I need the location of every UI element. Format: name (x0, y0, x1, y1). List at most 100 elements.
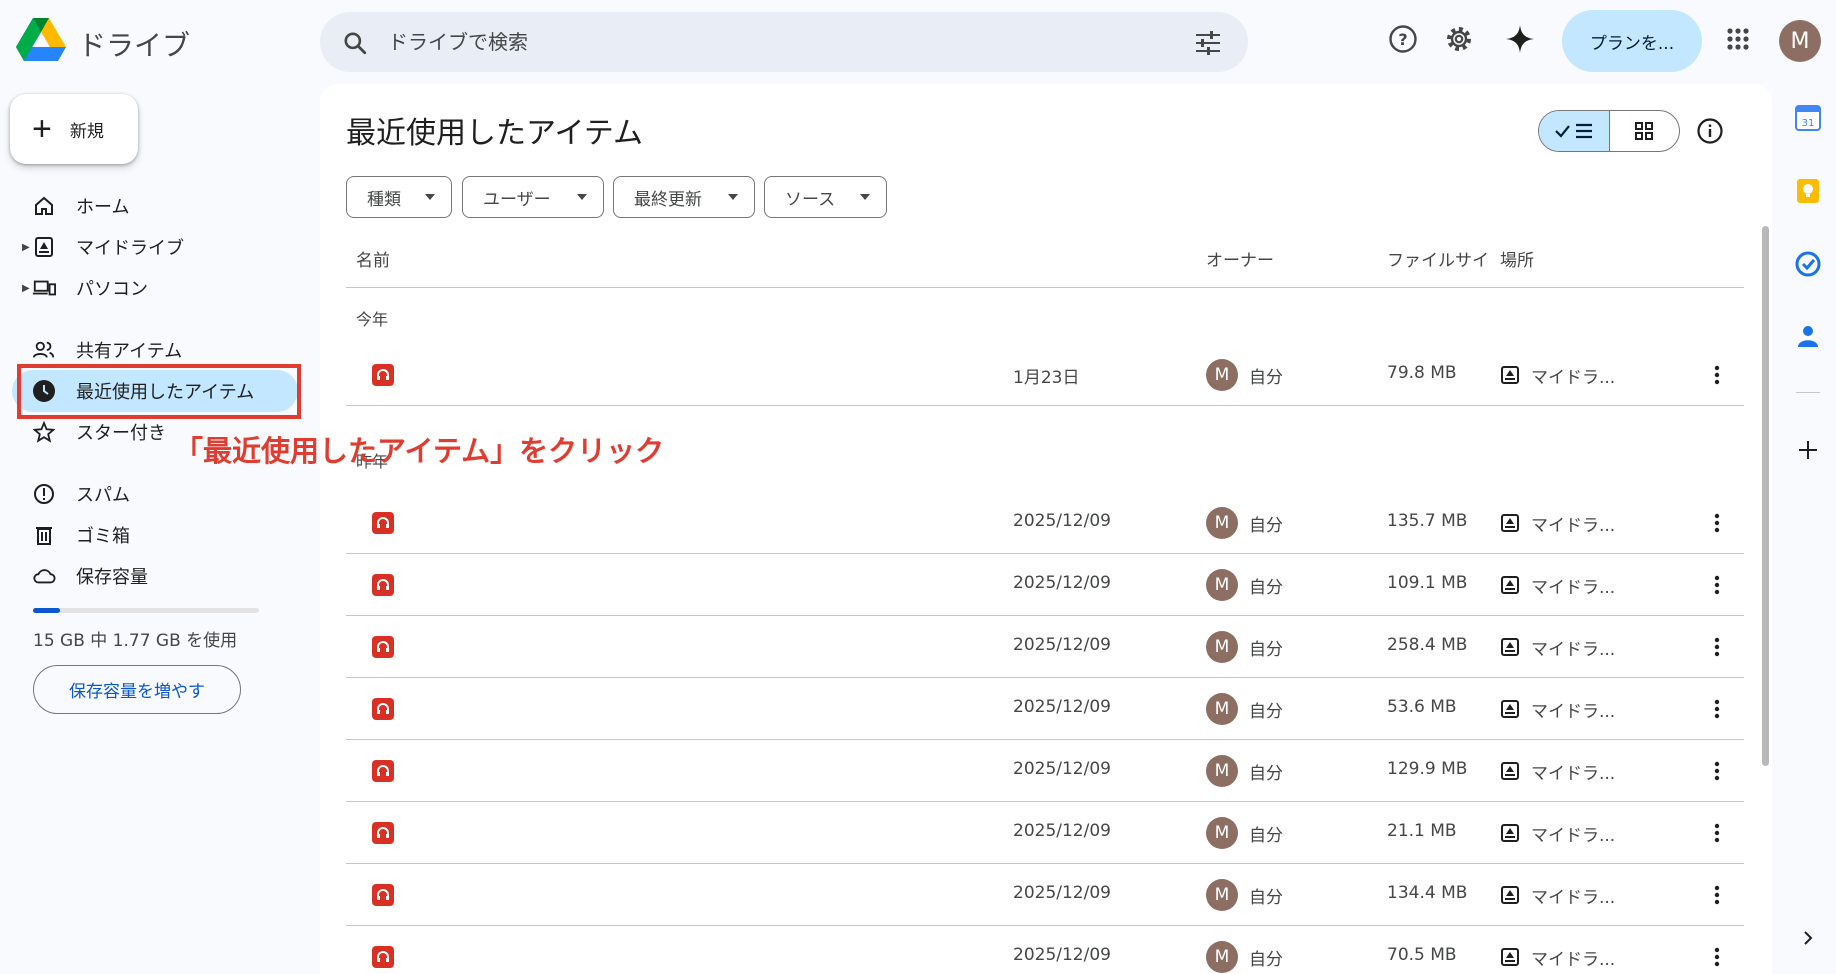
file-location: マイドラ... (1531, 764, 1616, 784)
audio-file-icon (372, 574, 394, 596)
column-header-owner[interactable]: オーナー (1206, 246, 1274, 271)
file-size: 79.8 MB (1387, 363, 1457, 383)
gemini-sparkle-icon[interactable] (1503, 22, 1537, 56)
audio-file-icon (372, 946, 394, 968)
search-options-icon[interactable] (1194, 30, 1222, 56)
grid-view-button[interactable] (1610, 111, 1680, 151)
owner-name: 自分 (1249, 578, 1283, 598)
owner-name: 自分 (1249, 888, 1283, 908)
sidebar-item-home[interactable]: ホーム (12, 185, 298, 227)
owner-name: 自分 (1249, 702, 1283, 722)
add-addon-plus-icon[interactable] (1794, 436, 1822, 464)
sidebar-item-spam[interactable]: スパム (12, 473, 298, 515)
settings-gear-icon[interactable] (1442, 22, 1476, 56)
more-actions-icon[interactable] (1701, 879, 1733, 911)
modified-date: 2025/12/09 (1013, 573, 1111, 593)
more-actions-icon[interactable] (1701, 941, 1733, 973)
scrollbar-thumb[interactable] (1762, 226, 1769, 766)
help-icon[interactable]: ? (1386, 22, 1420, 56)
my-drive-location-icon (1501, 576, 1519, 594)
plan-button[interactable]: プランを... (1562, 10, 1702, 72)
file-row[interactable]: 2025/12/09 M 自分 135.7 MB マイドラ... (346, 492, 1744, 554)
column-header-name[interactable]: 名前 (356, 246, 390, 271)
search-icon[interactable] (342, 30, 368, 56)
expand-caret-icon[interactable]: ▶ (22, 242, 30, 253)
file-location: マイドラ... (1531, 640, 1616, 660)
calendar-icon[interactable]: 31 (1794, 104, 1822, 132)
column-header-location[interactable]: 場所 (1500, 246, 1534, 271)
more-actions-icon[interactable] (1701, 507, 1733, 539)
column-header-size[interactable]: ファイルサイ (1387, 246, 1489, 271)
apps-grid-icon[interactable] (1721, 22, 1755, 56)
my-drive-location-icon (1501, 824, 1519, 842)
chip-label: ソース (785, 189, 836, 210)
file-row[interactable]: 2025/12/09 M 自分 70.5 MB マイドラ... (346, 926, 1744, 974)
search-bar[interactable] (320, 12, 1248, 72)
list-view-button[interactable] (1539, 111, 1610, 151)
audio-file-icon (372, 512, 394, 534)
file-location: マイドラ... (1531, 516, 1616, 536)
chip-label: ユーザー (483, 189, 551, 210)
more-actions-icon[interactable] (1701, 569, 1733, 601)
collapse-panel-chevron-icon[interactable] (1794, 924, 1822, 952)
get-more-storage-button[interactable]: 保存容量を増やす (33, 665, 241, 714)
star-icon (32, 420, 56, 444)
audio-file-icon (372, 636, 394, 658)
filter-modified-chip[interactable]: 最終更新 (613, 176, 755, 218)
more-actions-icon[interactable] (1701, 693, 1733, 725)
main-content: 最近使用したアイテム 種類 ユーザー 最終更新 ソース 名前 オーナー ファイル… (320, 84, 1772, 974)
filter-user-chip[interactable]: ユーザー (462, 176, 604, 218)
account-avatar[interactable]: M (1779, 20, 1821, 62)
sidebar-item-my-drive[interactable]: ▶ マイドライブ (12, 226, 298, 268)
spam-icon (32, 482, 56, 506)
owner-name: 自分 (1249, 516, 1283, 536)
more-actions-icon[interactable] (1701, 817, 1733, 849)
file-location: マイドラ... (1531, 702, 1616, 722)
annotation-highlight-box (17, 364, 301, 419)
new-button[interactable]: + 新規 (10, 94, 138, 164)
file-size: 129.9 MB (1387, 759, 1468, 779)
my-drive-location-icon (1501, 366, 1519, 384)
sidebar-item-label: ゴミ箱 (76, 526, 130, 547)
sidebar-item-computers[interactable]: ▶ パソコン (12, 267, 298, 309)
my-drive-location-icon (1501, 948, 1519, 966)
modified-date: 1月23日 (1013, 368, 1080, 388)
file-row[interactable]: 1月23日 M 自分 79.8 MB マイドラ... (346, 344, 1744, 406)
contacts-icon[interactable] (1794, 322, 1822, 350)
keep-icon[interactable] (1794, 177, 1822, 205)
owner-avatar: M (1206, 569, 1238, 601)
file-size: 135.7 MB (1387, 511, 1468, 531)
file-row[interactable]: 2025/12/09 M 自分 134.4 MB マイドラ... (346, 864, 1744, 926)
more-actions-icon[interactable] (1701, 755, 1733, 787)
info-icon[interactable] (1696, 117, 1724, 145)
filter-type-chip[interactable]: 種類 (346, 176, 452, 218)
my-drive-location-icon (1501, 514, 1519, 532)
owner-avatar: M (1206, 507, 1238, 539)
file-size: 53.6 MB (1387, 697, 1457, 717)
file-row[interactable]: 2025/12/09 M 自分 21.1 MB マイドラ... (346, 802, 1744, 864)
file-row[interactable]: 2025/12/09 M 自分 53.6 MB マイドラ... (346, 678, 1744, 740)
expand-caret-icon[interactable]: ▶ (22, 283, 30, 294)
view-toggle[interactable] (1538, 110, 1680, 152)
svg-text:?: ? (1398, 30, 1407, 49)
home-icon (32, 194, 56, 218)
owner-avatar: M (1206, 693, 1238, 725)
drive-logo[interactable] (16, 18, 66, 62)
app-title[interactable]: ドライブ (78, 24, 190, 64)
owner-name: 自分 (1249, 950, 1283, 970)
tasks-icon[interactable] (1794, 250, 1822, 278)
file-location: マイドラ... (1531, 826, 1616, 846)
file-row[interactable]: 2025/12/09 M 自分 258.4 MB マイドラ... (346, 616, 1744, 678)
chip-label: 最終更新 (634, 189, 702, 210)
filter-source-chip[interactable]: ソース (764, 176, 887, 218)
more-actions-icon[interactable] (1701, 359, 1733, 391)
group-label: 今年 (356, 310, 389, 329)
file-row[interactable]: 2025/12/09 M 自分 129.9 MB マイドラ... (346, 740, 1744, 802)
file-row[interactable]: 2025/12/09 M 自分 109.1 MB マイドラ... (346, 554, 1744, 616)
owner-name: 自分 (1249, 640, 1283, 660)
search-input[interactable] (388, 26, 1148, 58)
more-actions-icon[interactable] (1701, 631, 1733, 663)
sidebar-item-storage[interactable]: 保存容量 (12, 555, 298, 597)
sidebar-item-trash[interactable]: ゴミ箱 (12, 514, 298, 556)
my-drive-icon (32, 235, 56, 259)
